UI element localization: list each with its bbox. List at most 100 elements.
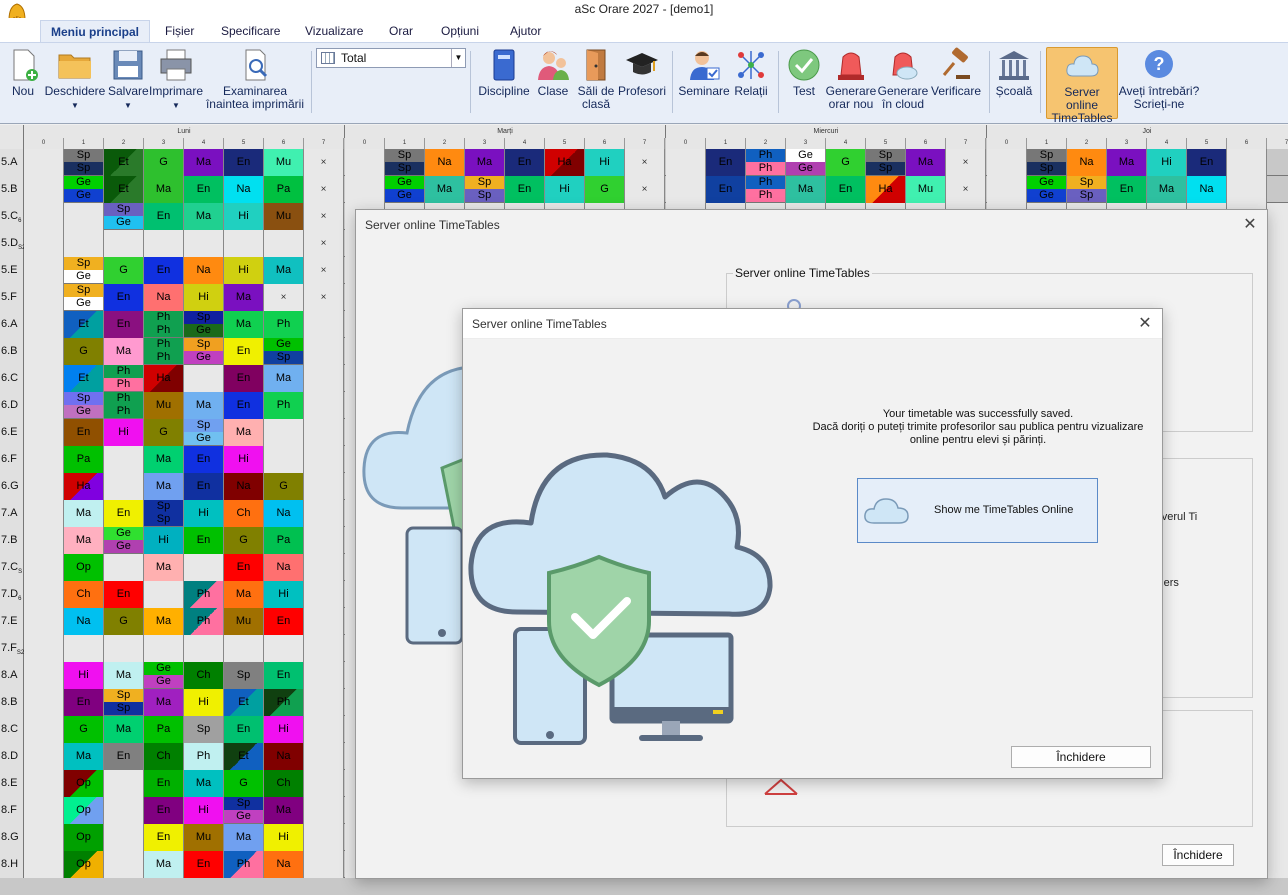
lesson-cell[interactable] xyxy=(1267,581,1288,608)
lesson-cell[interactable] xyxy=(24,149,64,176)
class-label[interactable]: 6.A xyxy=(0,311,24,338)
lesson-cell[interactable]: Ha xyxy=(866,176,906,203)
lesson-cell[interactable]: Ge Ge xyxy=(786,149,826,176)
menu-tab-view[interactable]: Vizualizare xyxy=(295,20,373,42)
lesson-cell[interactable]: Ge Ge xyxy=(104,527,144,554)
rooms-button[interactable]: Săli de clasă xyxy=(574,47,618,119)
lesson-cell[interactable] xyxy=(24,419,64,446)
lesson-cell[interactable] xyxy=(24,473,64,500)
lesson-cell[interactable]: Ma xyxy=(104,716,144,743)
lesson-cell[interactable] xyxy=(1267,419,1288,446)
school-button[interactable]: Școală xyxy=(994,47,1034,119)
lesson-cell[interactable]: Sp Sp xyxy=(385,149,425,176)
lesson-cell[interactable] xyxy=(304,446,344,473)
lesson-cell[interactable]: Sp Sp xyxy=(866,149,906,176)
lesson-cell[interactable]: Na xyxy=(224,176,264,203)
dialog-back-close-button[interactable]: Închidere xyxy=(1162,844,1234,866)
lesson-cell[interactable] xyxy=(24,716,64,743)
lesson-cell[interactable]: Mu xyxy=(224,608,264,635)
class-label[interactable]: 6.D xyxy=(0,392,24,419)
class-label[interactable]: 7.A xyxy=(0,500,24,527)
menu-tab-help[interactable]: Ajutor xyxy=(500,20,551,42)
lesson-cell[interactable]: Ge Ge xyxy=(64,176,104,203)
lesson-cell[interactable]: Pa xyxy=(64,446,104,473)
lesson-cell[interactable] xyxy=(24,500,64,527)
lesson-cell[interactable]: G xyxy=(264,473,304,500)
class-label[interactable]: 8.F xyxy=(0,797,24,824)
lesson-cell[interactable] xyxy=(1267,284,1288,311)
class-label[interactable]: 5.DS2 xyxy=(0,230,25,257)
lesson-cell[interactable] xyxy=(1227,176,1267,203)
lesson-cell[interactable]: × xyxy=(264,284,304,311)
lesson-cell[interactable] xyxy=(666,149,706,176)
class-label[interactable]: 7.E xyxy=(0,608,24,635)
lesson-cell[interactable] xyxy=(1267,797,1288,824)
online-server-button[interactable]: Server online TimeTables xyxy=(1046,47,1118,125)
lesson-cell[interactable]: Sp Ge xyxy=(184,338,224,365)
lesson-cell[interactable] xyxy=(1267,500,1288,527)
lesson-cell[interactable] xyxy=(1267,554,1288,581)
lesson-cell[interactable]: En xyxy=(264,662,304,689)
relations-button[interactable]: Relații xyxy=(732,47,770,119)
lesson-cell[interactable]: × xyxy=(304,230,344,257)
lesson-cell[interactable]: G xyxy=(144,149,184,176)
lesson-cell[interactable]: Sp Ge xyxy=(104,203,144,230)
lesson-cell[interactable]: G xyxy=(826,149,866,176)
lesson-cell[interactable]: Ma xyxy=(144,446,184,473)
lesson-cell[interactable] xyxy=(304,581,344,608)
lesson-cell[interactable]: Ma xyxy=(144,608,184,635)
lesson-cell[interactable] xyxy=(24,284,64,311)
lesson-cell[interactable] xyxy=(184,554,224,581)
lesson-cell[interactable] xyxy=(304,608,344,635)
lesson-cell[interactable]: Sp Ge xyxy=(184,311,224,338)
lesson-cell[interactable] xyxy=(304,824,344,851)
lesson-cell[interactable]: En xyxy=(224,554,264,581)
lesson-cell[interactable]: Ma xyxy=(224,824,264,851)
lesson-cell[interactable]: Na xyxy=(1187,176,1227,203)
test-button[interactable]: Test xyxy=(784,47,824,119)
lesson-cell[interactable] xyxy=(1267,527,1288,554)
lesson-cell[interactable]: Hi xyxy=(264,824,304,851)
lesson-cell[interactable]: Ph Ph xyxy=(144,338,184,365)
lesson-cell[interactable] xyxy=(24,257,64,284)
lesson-cell[interactable]: Et xyxy=(104,149,144,176)
lesson-cell[interactable] xyxy=(184,635,224,662)
class-label[interactable]: 6.C xyxy=(0,365,24,392)
lesson-cell[interactable]: × xyxy=(625,176,665,203)
lesson-cell[interactable] xyxy=(987,149,1027,176)
lesson-cell[interactable]: Ma xyxy=(224,419,264,446)
generate-button[interactable]: Generare orar nou xyxy=(824,47,878,119)
lesson-cell[interactable] xyxy=(304,392,344,419)
lesson-cell[interactable] xyxy=(24,770,64,797)
lesson-cell[interactable]: En xyxy=(144,797,184,824)
lesson-cell[interactable] xyxy=(304,851,344,878)
class-label[interactable]: 6.E xyxy=(0,419,24,446)
lesson-cell[interactable] xyxy=(1267,743,1288,770)
lesson-cell[interactable] xyxy=(1267,257,1288,284)
class-label[interactable]: 6.G xyxy=(0,473,24,500)
class-label[interactable]: 7.CS xyxy=(0,554,24,581)
lesson-cell[interactable] xyxy=(1267,473,1288,500)
lesson-cell[interactable]: Sp Sp xyxy=(465,176,505,203)
lesson-cell[interactable]: En xyxy=(706,149,746,176)
class-label[interactable]: 5.E xyxy=(0,257,24,284)
lesson-cell[interactable]: Hi xyxy=(224,446,264,473)
lesson-cell[interactable] xyxy=(1267,311,1288,338)
lesson-cell[interactable]: Ph xyxy=(184,743,224,770)
lesson-cell[interactable] xyxy=(304,527,344,554)
lesson-cell[interactable]: En xyxy=(104,743,144,770)
lesson-cell[interactable]: Ma xyxy=(144,554,184,581)
seminars-button[interactable]: Seminare xyxy=(678,47,730,119)
lesson-cell[interactable] xyxy=(24,203,64,230)
lesson-cell[interactable] xyxy=(1267,203,1288,230)
lesson-cell[interactable]: Hi xyxy=(64,662,104,689)
lesson-cell[interactable]: Op xyxy=(64,770,104,797)
class-label[interactable]: 7.D6 xyxy=(0,581,24,608)
lesson-cell[interactable]: En xyxy=(264,608,304,635)
lesson-cell[interactable]: Ma xyxy=(64,743,104,770)
lesson-cell[interactable]: Ma xyxy=(184,149,224,176)
lesson-cell[interactable]: Ha xyxy=(144,365,184,392)
lesson-cell[interactable]: En xyxy=(64,419,104,446)
class-label[interactable]: 6.B xyxy=(0,338,24,365)
lesson-cell[interactable] xyxy=(144,635,184,662)
